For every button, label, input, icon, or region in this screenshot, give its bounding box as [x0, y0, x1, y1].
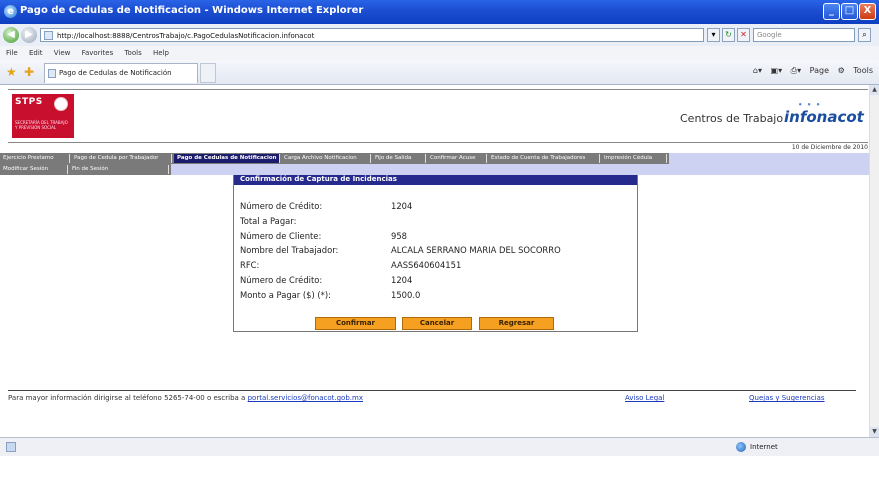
page-icon [44, 31, 53, 40]
refresh-icon[interactable]: ↻ [722, 28, 735, 42]
stps-logo: STPS SECRETARÍA DEL TRABAJO Y PREVISIÓN … [12, 94, 74, 138]
search-input[interactable]: Google [753, 28, 855, 42]
cancel-button[interactable]: Cancelar [402, 317, 472, 330]
infonacot-logo: • • • infonacot [784, 101, 864, 126]
quejas-link[interactable]: Quejas y Sugerencias [749, 391, 825, 405]
tab-label: Pago de Cedulas de Notificación [59, 69, 172, 77]
add-favorite-icon[interactable]: ✚ [24, 65, 34, 79]
page-footer: Para mayor información dirigirse al telé… [8, 390, 856, 405]
tab-page-icon [48, 69, 56, 78]
address-dropdown-icon[interactable]: ▾ [707, 28, 720, 42]
centros-title: Centros de Trabajo [680, 112, 784, 125]
nav-pago-cedula-trabajador[interactable]: Pago de Cedula por Trabajador [71, 154, 172, 163]
close-button[interactable]: X [859, 3, 876, 20]
field-label-credito: Número de Crédito: [240, 201, 323, 211]
internet-globe-icon [736, 442, 746, 452]
footer-email-link[interactable]: portal.servicios@fonacot.gob.mx [248, 394, 363, 402]
address-toolbar: ◀ ▶ http://localhost:8888/CentrosTrabajo… [0, 24, 879, 47]
menu-help[interactable]: Help [153, 49, 169, 57]
minimize-button[interactable]: _ [823, 3, 840, 20]
footer-contact-text: Para mayor información dirigirse al telé… [8, 394, 246, 402]
back-button[interactable]: Regresar [479, 317, 554, 330]
command-bar: ★ ✚ Pago de Cedulas de Notificación ⌂▾ ▣… [0, 60, 879, 85]
aviso-legal-link[interactable]: Aviso Legal [625, 391, 664, 405]
menu-view[interactable]: View [54, 49, 71, 57]
confirmation-panel: Confirmación de Captura de Incidencias N… [233, 175, 638, 332]
nav-modificar-sesion[interactable]: Modificar Sesión [0, 165, 68, 174]
mexico-seal-icon [54, 97, 68, 111]
nav-fijo-salida[interactable]: Fijo de Salida [372, 154, 426, 163]
vertical-scrollbar[interactable]: ▲ ▼ [869, 85, 879, 437]
current-date: 10 de Diciembre de 2010 [791, 144, 868, 151]
page-content: STPS SECRETARÍA DEL TRABAJO Y PREVISIÓN … [0, 85, 870, 437]
field-value-credito: 1204 [391, 201, 413, 211]
nav-row-2: Modificar Sesión Fin de Sesión [0, 164, 171, 175]
security-zone[interactable]: Internet [750, 438, 778, 456]
nav-impresion-cedula[interactable]: Impresión Cédula [601, 154, 667, 163]
field-label-credito-2: Número de Crédito: [240, 275, 323, 285]
field-label-monto: Monto a Pagar ($) (*): [240, 290, 331, 300]
scroll-up-icon[interactable]: ▲ [870, 85, 879, 95]
back-arrow-icon[interactable]: ◀ [3, 27, 19, 43]
ie-logo-icon: e [4, 5, 17, 18]
tab-current[interactable]: Pago de Cedulas de Notificación [44, 63, 198, 83]
field-value-monto: 1500.0 [391, 290, 421, 300]
menu-bar: File Edit View Favorites Tools Help [0, 46, 879, 60]
window-title: Pago de Cedulas de Notificacion - Window… [20, 5, 364, 16]
menu-file[interactable]: File [6, 49, 18, 57]
field-label-total: Total a Pagar: [240, 216, 297, 226]
confirm-button[interactable]: Confirmar [315, 317, 396, 330]
favorites-star-icon[interactable]: ★ [6, 65, 17, 79]
forward-arrow-icon[interactable]: ▶ [21, 27, 37, 43]
page-menu[interactable]: Page [810, 66, 829, 75]
print-icon[interactable]: ⎙▾ [791, 66, 801, 75]
panel-title: Confirmación de Captura de Incidencias [234, 175, 637, 185]
field-value-cliente: 958 [391, 231, 407, 241]
maximize-button[interactable]: □ [841, 3, 858, 20]
field-label-rfc: RFC: [240, 260, 260, 270]
address-url: http://localhost:8888/CentrosTrabajo/c.P… [57, 32, 315, 40]
stop-icon[interactable]: ✕ [737, 28, 750, 42]
stps-subtitle: SECRETARÍA DEL TRABAJO Y PREVISIÓN SOCIA… [15, 120, 68, 130]
title-bar: e Pago de Cedulas de Notificacion - Wind… [0, 0, 879, 24]
menu-edit[interactable]: Edit [29, 49, 43, 57]
nav-estado-cuenta[interactable]: Estado de Cuenta de Trabajadores [488, 154, 600, 163]
scroll-down-icon[interactable]: ▼ [870, 427, 879, 437]
field-label-cliente: Número de Cliente: [240, 231, 322, 241]
main-nav: Ejercicio Prestamo Pago de Cedula por Tr… [0, 153, 870, 175]
nav-ejercicio-prestamo[interactable]: Ejercicio Prestamo [0, 154, 70, 163]
field-label-trabajador: Nombre del Trabajador: [240, 245, 339, 255]
field-value-trabajador: ALCALA SERRANO MARIA DEL SOCORRO [391, 245, 561, 255]
infonacot-dots-icon: • • • [798, 101, 822, 109]
menu-favorites[interactable]: Favorites [82, 49, 114, 57]
status-bar: Internet [0, 437, 879, 456]
new-tab-button[interactable] [200, 63, 216, 83]
site-header: STPS SECRETARÍA DEL TRABAJO Y PREVISIÓN … [8, 89, 868, 143]
address-input[interactable]: http://localhost:8888/CentrosTrabajo/c.P… [40, 28, 704, 42]
nav-pago-cedulas-notificacion[interactable]: Pago de Cedulas de Notificacion [174, 154, 280, 163]
tools-gear-icon[interactable]: ⚙ [838, 66, 845, 75]
nav-confirmar-acuse[interactable]: Confirmar Acuse [427, 154, 487, 163]
nav-carga-archivo[interactable]: Carga Archivo Notificacion [281, 154, 371, 163]
status-done-icon [6, 442, 16, 452]
field-value-rfc: AASS640604151 [391, 260, 462, 270]
field-value-credito-2: 1204 [391, 275, 413, 285]
feeds-icon[interactable]: ▣▾ [771, 66, 783, 75]
nav-row-1: Ejercicio Prestamo Pago de Cedula por Tr… [0, 153, 669, 164]
menu-tools[interactable]: Tools [124, 49, 141, 57]
browser-window: e Pago de Cedulas de Notificacion - Wind… [0, 0, 879, 456]
search-icon[interactable]: ⌕ [858, 28, 871, 42]
command-buttons: ⌂▾ ▣▾ ⎙▾ Page ⚙ Tools [747, 66, 873, 76]
infonacot-logo-text: infonacot [784, 108, 864, 126]
home-icon[interactable]: ⌂▾ [753, 66, 762, 75]
tools-menu[interactable]: Tools [853, 66, 873, 75]
nav-fin-sesion[interactable]: Fin de Sesión [69, 165, 169, 174]
